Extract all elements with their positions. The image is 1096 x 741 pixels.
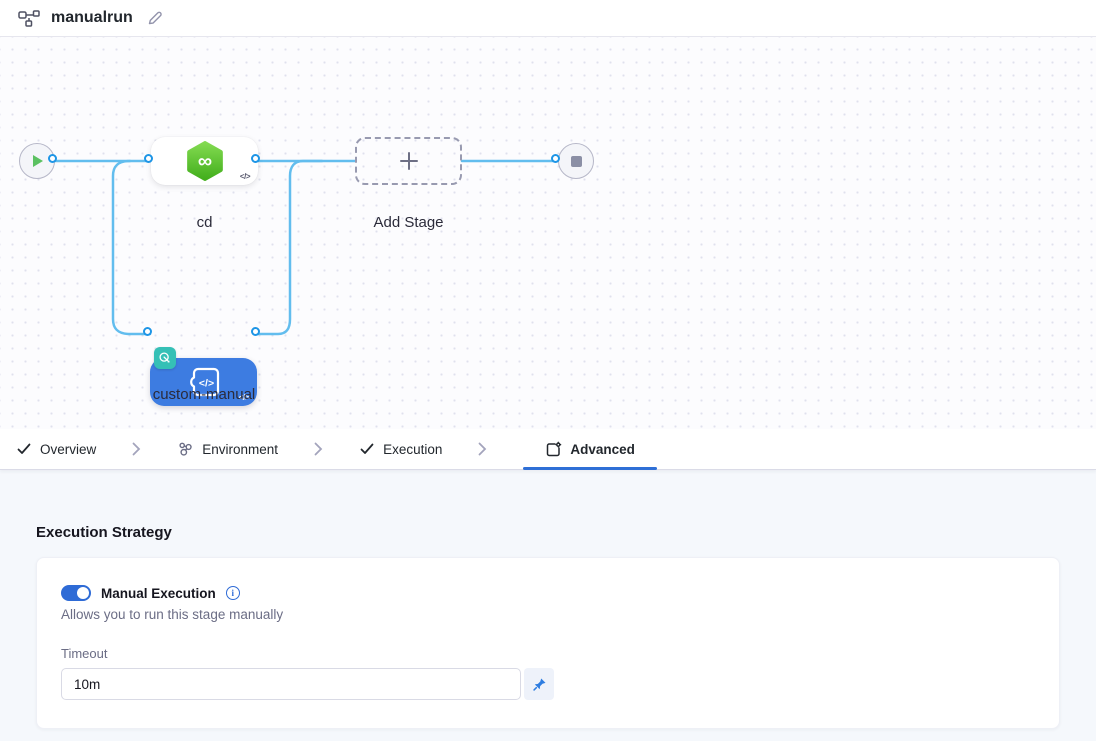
timeout-label: Timeout bbox=[61, 646, 1035, 661]
code-icon: </> bbox=[240, 172, 250, 181]
environment-icon bbox=[177, 441, 194, 457]
stage-node-cd[interactable]: ∞ </> bbox=[151, 137, 258, 185]
check-icon bbox=[359, 441, 375, 457]
timeout-input[interactable] bbox=[61, 668, 521, 700]
end-node[interactable] bbox=[558, 143, 594, 179]
stop-icon bbox=[571, 156, 582, 167]
plus-icon bbox=[398, 150, 420, 172]
advanced-icon bbox=[545, 441, 562, 458]
active-tab-underline bbox=[523, 467, 657, 471]
tab-execution[interactable]: Execution bbox=[359, 429, 442, 469]
manual-step-icon bbox=[154, 347, 176, 369]
port-custom-manual-in[interactable] bbox=[143, 327, 152, 336]
chevron-right-icon bbox=[478, 442, 487, 456]
add-stage-label: Add Stage bbox=[340, 214, 477, 231]
tab-advanced[interactable]: Advanced bbox=[523, 429, 657, 469]
port-cd-in[interactable] bbox=[144, 154, 153, 163]
svg-text:∞: ∞ bbox=[197, 150, 211, 172]
pipeline-header: manualrun bbox=[0, 0, 1096, 37]
manual-execution-toggle[interactable] bbox=[61, 585, 91, 601]
stage-label-custom-manual: custom-manual bbox=[129, 386, 279, 403]
check-icon bbox=[16, 441, 32, 457]
chevron-right-icon bbox=[132, 442, 141, 456]
cd-hexagon-icon: ∞ bbox=[184, 140, 226, 182]
stage-tabs: Overview Environment Execution Advanced bbox=[0, 429, 1096, 470]
port-end-in[interactable] bbox=[551, 154, 560, 163]
pipeline-icon bbox=[18, 10, 41, 27]
pin-icon bbox=[532, 677, 547, 692]
manual-execution-label: Manual Execution bbox=[101, 586, 216, 601]
manual-execution-description: Allows you to run this stage manually bbox=[61, 607, 1035, 622]
pin-button[interactable] bbox=[524, 668, 554, 700]
execution-strategy-card: Manual Execution i Allows you to run thi… bbox=[36, 557, 1060, 729]
tab-environment[interactable]: Environment bbox=[177, 429, 278, 469]
port-start-out[interactable] bbox=[48, 154, 57, 163]
edit-pencil-icon[interactable] bbox=[147, 10, 163, 26]
tab-overview[interactable]: Overview bbox=[16, 429, 96, 469]
section-heading: Execution Strategy bbox=[36, 524, 1060, 541]
info-icon[interactable]: i bbox=[226, 586, 240, 600]
play-icon bbox=[31, 154, 44, 168]
pipeline-canvas[interactable]: ∞ </> cd Add Stage </> </> custom-manual bbox=[0, 37, 1096, 429]
chevron-right-icon bbox=[314, 442, 323, 456]
port-custom-manual-out[interactable] bbox=[251, 327, 260, 336]
add-stage-button[interactable] bbox=[355, 137, 462, 185]
advanced-panel: Execution Strategy Manual Execution i Al… bbox=[0, 470, 1096, 741]
stage-label-cd: cd bbox=[151, 214, 258, 231]
port-cd-out[interactable] bbox=[251, 154, 260, 163]
pipeline-title: manualrun bbox=[51, 9, 133, 27]
